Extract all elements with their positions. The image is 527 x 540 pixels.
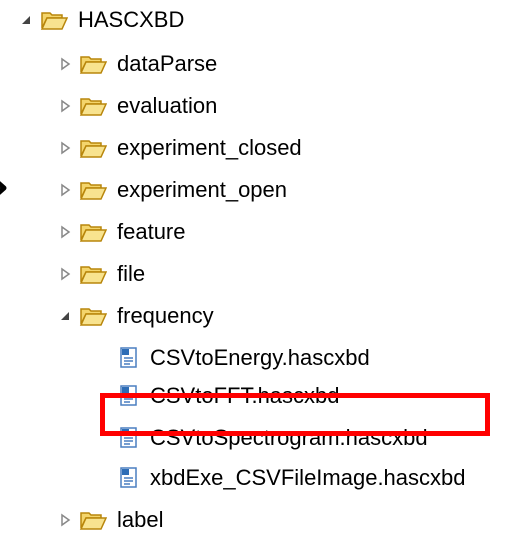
tree-item-file-highlighted[interactable]: CSVtoSpectrogram.hascxbd — [118, 418, 428, 458]
collapsed-toggle-icon[interactable] — [57, 266, 73, 282]
tree-item-label: CSVtoFFT.hascxbd — [150, 383, 340, 408]
tree-item-folder[interactable]: feature — [57, 212, 186, 252]
tree-item-folder[interactable]: label — [57, 500, 163, 540]
project-tree: HASCXBD dataParse evaluation experiment_… — [0, 0, 527, 535]
collapsed-toggle-icon[interactable] — [57, 182, 73, 198]
hascxbd-file-icon — [118, 426, 140, 450]
tree-item-label: frequency — [117, 303, 214, 328]
tree-item-label: xbdExe_CSVFileImage.hascxbd — [150, 465, 466, 490]
hascxbd-file-icon — [118, 384, 140, 408]
collapsed-toggle-icon[interactable] — [57, 98, 73, 114]
folder-open-icon — [79, 263, 107, 285]
tree-item-root[interactable]: HASCXBD — [18, 0, 184, 40]
collapsed-toggle-icon[interactable] — [57, 56, 73, 72]
collapsed-toggle-icon[interactable] — [57, 224, 73, 240]
tree-item-label: file — [117, 261, 146, 286]
tree-item-folder[interactable]: experiment_open — [57, 170, 287, 210]
left-chevron-icon — [0, 168, 20, 208]
tree-item-folder[interactable]: dataParse — [57, 44, 217, 84]
tree-item-label: evaluation — [117, 93, 218, 118]
tree-item-folder[interactable]: experiment_closed — [57, 128, 302, 168]
tree-item-folder[interactable]: file — [57, 254, 145, 294]
folder-open-icon — [79, 53, 107, 75]
tree-item-label: dataParse — [117, 51, 218, 76]
collapsed-toggle-icon[interactable] — [57, 140, 73, 156]
folder-open-icon — [79, 137, 107, 159]
tree-item-label: CSVtoSpectrogram.hascxbd — [150, 425, 428, 450]
tree-item-label: feature — [117, 219, 186, 244]
tree-item-label: HASCXBD — [78, 7, 185, 32]
folder-open-icon — [79, 95, 107, 117]
folder-open-icon — [79, 179, 107, 201]
tree-item-label: label — [117, 507, 164, 532]
tree-item-label: experiment_open — [117, 177, 288, 202]
expand-toggle-icon[interactable] — [18, 12, 34, 28]
hascxbd-file-icon — [118, 466, 140, 490]
tree-item-folder[interactable]: frequency — [57, 296, 214, 336]
tree-item-file[interactable]: xbdExe_CSVFileImage.hascxbd — [118, 458, 466, 498]
tree-item-folder[interactable]: evaluation — [57, 86, 217, 126]
tree-item-file[interactable]: CSVtoEnergy.hascxbd — [118, 338, 370, 378]
collapsed-toggle-icon[interactable] — [57, 512, 73, 528]
hascxbd-file-icon — [118, 346, 140, 370]
folder-open-icon — [40, 9, 68, 31]
tree-item-file[interactable]: CSVtoFFT.hascxbd — [118, 376, 340, 416]
folder-open-icon — [79, 221, 107, 243]
folder-open-icon — [79, 305, 107, 327]
tree-item-label: CSVtoEnergy.hascxbd — [150, 345, 370, 370]
expand-toggle-icon[interactable] — [57, 308, 73, 324]
folder-open-icon — [79, 509, 107, 531]
tree-item-label: experiment_closed — [117, 135, 302, 160]
